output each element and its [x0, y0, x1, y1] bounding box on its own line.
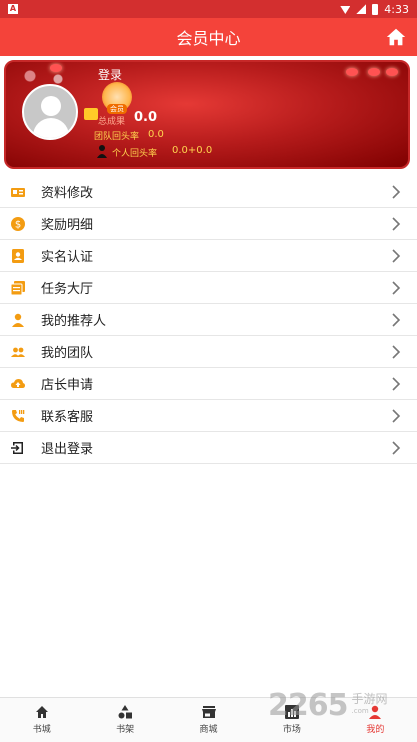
battery-icon [372, 3, 379, 15]
nav-item-label: 市场 [282, 725, 301, 735]
nav-item-label: 商城 [199, 725, 218, 735]
lantern-decoration [50, 64, 62, 72]
chevron-right-icon [392, 281, 401, 295]
chevron-right-icon [392, 345, 401, 359]
vip-badge-icon: 会员 [102, 82, 132, 114]
person-silhouette-icon [97, 145, 107, 158]
cloud-upload-icon [11, 377, 25, 391]
lantern-decoration [346, 68, 358, 76]
nav-item-label: 书架 [116, 725, 135, 735]
menu-item-label: 我的推荐人 [41, 314, 107, 329]
menu-item-reward-details[interactable]: $ 奖励明细 [0, 208, 417, 240]
profile-banner: 登录 会员 总成果 0.0 团队回头率 0.0 个人回头率 0.0+0.0 [4, 60, 410, 169]
nav-item-bookshelf[interactable]: 书架 [83, 698, 166, 742]
menu-item-real-name-auth[interactable]: 实名认证 [0, 240, 417, 272]
store-icon [201, 706, 216, 718]
person-icon [11, 313, 25, 327]
vip-badge-text: 会员 [107, 104, 127, 114]
menu-item-store-manager-apply[interactable]: 店长申请 [0, 368, 417, 400]
team-return-value: 0.0 [148, 129, 164, 140]
user-icon [369, 705, 382, 719]
dollar-coin-icon: $ [11, 216, 25, 231]
menu-item-task-hall[interactable]: 任务大厅 [0, 272, 417, 304]
login-link[interactable]: 登录 [98, 66, 122, 83]
avatar-body [33, 118, 69, 138]
menu-item-label: 退出登录 [41, 442, 94, 457]
page-title: 会员中心 [176, 29, 241, 48]
phone-icon [11, 409, 25, 423]
menu-item-my-referrer[interactable]: 我的推荐人 [0, 304, 417, 336]
menu-item-logout[interactable]: 退出登录 [0, 432, 417, 464]
avatar[interactable] [22, 84, 78, 140]
wifi-icon [340, 6, 351, 14]
menu-item-label: 实名认证 [41, 250, 94, 265]
personal-return-value: 0.0+0.0 [172, 145, 213, 156]
status-bar: A 4:33 [0, 0, 417, 18]
nav-item-label: 书城 [32, 725, 51, 735]
home-icon[interactable] [385, 26, 407, 48]
chevron-right-icon [392, 217, 401, 231]
total-result-label: 总成果 [98, 117, 126, 127]
id-badge-icon [11, 248, 25, 263]
nav-item-market[interactable]: 市场 [250, 698, 333, 742]
menu-item-label: 奖励明细 [41, 218, 94, 233]
nav-item-label: 我的 [366, 725, 385, 735]
menu-item-label: 任务大厅 [41, 282, 94, 297]
menu-item-label: 资料修改 [41, 186, 94, 201]
personal-return-label: 个人回头率 [112, 149, 158, 159]
menu-item-label: 联系客服 [41, 410, 94, 425]
group-icon [11, 345, 25, 359]
gift-icon [84, 108, 98, 120]
chevron-right-icon [392, 185, 401, 199]
total-result-value: 0.0 [134, 110, 158, 125]
nav-item-bookstore[interactable]: 书城 [0, 698, 83, 742]
menu-item-my-team[interactable]: 我的团队 [0, 336, 417, 368]
nav-item-mall[interactable]: 商城 [167, 698, 250, 742]
chevron-right-icon [392, 377, 401, 391]
lantern-decoration [368, 68, 380, 76]
shapes-icon [118, 705, 133, 719]
chevron-right-icon [392, 249, 401, 263]
svg-text:$: $ [15, 219, 21, 230]
nav-item-mine[interactable]: 我的 [334, 698, 417, 742]
home-icon [35, 706, 48, 718]
status-time: 4:33 [384, 2, 409, 16]
task-list-icon [11, 280, 25, 295]
chevron-right-icon [392, 441, 401, 455]
chart-icon [284, 705, 299, 719]
team-return-label: 团队回头率 [94, 132, 140, 142]
menu-item-contact-support[interactable]: 联系客服 [0, 400, 417, 432]
app-badge: A [8, 4, 18, 14]
chevron-right-icon [392, 409, 401, 423]
lantern-decoration [386, 68, 398, 76]
menu-item-label: 我的团队 [41, 346, 94, 361]
menu-list: 资料修改 $ 奖励明细 实名认证 任务大厅 我的推荐人 我的团队 店长申请 联系… [0, 176, 417, 464]
menu-item-label: 店长申请 [41, 378, 94, 393]
profile-card-icon [11, 185, 25, 199]
menu-item-edit-profile[interactable]: 资料修改 [0, 176, 417, 208]
chevron-right-icon [392, 313, 401, 327]
title-bar: 会员中心 [0, 18, 417, 56]
signal-icon [356, 4, 367, 14]
avatar-head [41, 96, 61, 116]
bottom-nav: 书城 书架 商城 市场 我的 [0, 697, 417, 742]
exit-icon [11, 441, 25, 455]
